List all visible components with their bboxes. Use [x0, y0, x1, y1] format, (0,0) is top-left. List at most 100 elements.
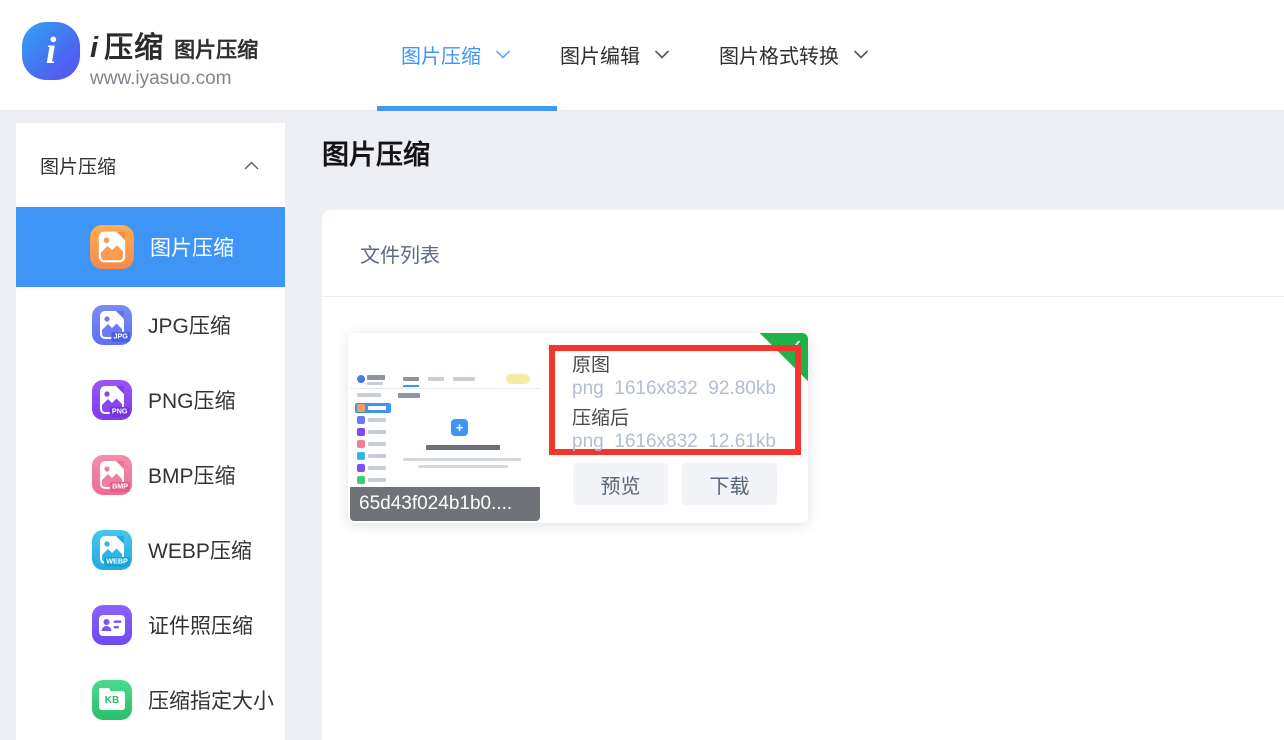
compressed-label: 压缩后 [572, 407, 795, 430]
file-card: ✓ [348, 333, 808, 523]
thumb-side-row [355, 463, 391, 473]
thumb-icon [357, 428, 365, 436]
thumb-bar [357, 393, 381, 397]
original-info: png 1616x832 92.80kb [572, 377, 795, 400]
thumb-side-row [355, 475, 391, 485]
sidebar-item-image-compress[interactable]: 图片压缩 [16, 207, 285, 287]
annotation-red-box: 原图 png 1616x832 92.80kb 压缩后 png 1616x832… [549, 345, 801, 455]
thumb-bar [368, 418, 386, 422]
thumb-bar [368, 478, 386, 482]
page-title: 图片压缩 [322, 133, 1284, 172]
bmp-badge: BMP [110, 481, 130, 491]
active-tab-underline [377, 106, 557, 111]
thumb-bar [403, 377, 419, 381]
thumb-icon [357, 440, 365, 448]
thumb-caption-bar [426, 445, 500, 450]
thumb-underline [403, 385, 419, 387]
webp-badge: WEBP [104, 556, 130, 566]
thumb-icon [357, 416, 365, 424]
thumb-divider [350, 388, 540, 389]
download-button[interactable]: 下载 [682, 463, 777, 505]
thumb-bar [398, 393, 420, 398]
png-badge: PNG [110, 406, 130, 416]
brand-name-i: i [90, 32, 98, 65]
nav-item-label: 图片格式转换 [719, 40, 839, 69]
chevron-down-icon [496, 50, 510, 59]
thumb-bar [403, 458, 521, 461]
sidebar-item-label: PNG压缩 [148, 385, 236, 415]
thumb-icon [357, 476, 365, 484]
brand-url: www.iyasuo.com [90, 68, 258, 90]
nav-item-image-compress[interactable]: 图片压缩 [401, 40, 510, 69]
thumb-button [506, 374, 530, 384]
thumb-bar [368, 454, 386, 458]
thumb-side-row [355, 451, 391, 461]
thumb-bar [368, 430, 386, 434]
thumb-bar [367, 375, 385, 380]
sidebar-item-label: 图片压缩 [150, 232, 234, 262]
top-nav: 图片压缩 图片编辑 图片格式转换 [401, 0, 868, 108]
sidebar-item-webp-compress[interactable]: WEBP WEBP压缩 [16, 512, 285, 587]
sidebar-group-image-compress[interactable]: 图片压缩 [16, 123, 285, 207]
chevron-up-icon [244, 161, 259, 170]
app-window: i i 压缩 图片压缩 www.iyasuo.com 图片压缩 图片编辑 图片格… [0, 0, 1284, 740]
nav-item-label: 图片编辑 [560, 40, 640, 69]
jpg-compress-icon: JPG [92, 305, 132, 345]
file-actions: 预览 下载 [573, 463, 777, 505]
sidebar-item-label: 压缩指定大小 [148, 685, 274, 715]
sidebar-item-id-photo-compress[interactable]: 证件照压缩 [16, 587, 285, 662]
file-list-panel: 文件列表 ✓ [322, 210, 1284, 740]
kb-folder-icon: KB [92, 680, 132, 720]
main-content: 图片压缩 文件列表 ✓ [322, 113, 1284, 740]
thumb-icon [357, 404, 365, 412]
thumb-logo-dot [357, 375, 365, 383]
sidebar-item-bmp-compress[interactable]: BMP BMP压缩 [16, 437, 285, 512]
site-header: i i 压缩 图片压缩 www.iyasuo.com 图片压缩 图片编辑 图片格… [0, 0, 1284, 111]
sidebar-item-label: 证件照压缩 [148, 610, 253, 640]
image-compress-icon [90, 225, 134, 269]
file-name: 65d43f024b1b0.... [350, 487, 540, 521]
thumb-bar [368, 466, 386, 470]
file-thumbnail[interactable]: + 65d43f024b1b0.... [350, 335, 540, 521]
sidebar-item-png-compress[interactable]: PNG PNG压缩 [16, 362, 285, 437]
png-compress-icon: PNG [92, 380, 132, 420]
sidebar-item-label: WEBP压缩 [148, 535, 252, 565]
sidebar-item-label: JPG压缩 [148, 310, 231, 340]
thumb-icon [357, 464, 365, 472]
jpg-badge: JPG [111, 331, 130, 341]
chevron-down-icon [655, 50, 669, 59]
thumb-bar [368, 406, 386, 410]
thumb-bar [418, 465, 508, 468]
thumb-bar [453, 377, 475, 381]
brand-text: i 压缩 图片压缩 www.iyasuo.com [90, 22, 258, 90]
sidebar-item-label: BMP压缩 [148, 460, 236, 490]
thumb-bar [368, 442, 386, 446]
chevron-down-icon [854, 50, 868, 59]
brand-logo-icon: i [22, 22, 80, 80]
id-photo-icon [92, 605, 132, 645]
sidebar-item-jpg-compress[interactable]: JPG JPG压缩 [16, 287, 285, 362]
bmp-compress-icon: BMP [92, 455, 132, 495]
thumb-bar [428, 377, 444, 381]
original-label: 原图 [572, 354, 795, 377]
thumb-side-row [355, 403, 391, 413]
preview-button[interactable]: 预览 [573, 463, 668, 505]
thumb-side-row [355, 415, 391, 425]
thumb-side-row [355, 427, 391, 437]
nav-item-format-convert[interactable]: 图片格式转换 [719, 40, 868, 69]
nav-item-image-edit[interactable]: 图片编辑 [560, 40, 669, 69]
sidebar-item-compress-to-size[interactable]: KB 压缩指定大小 [16, 662, 285, 737]
kb-folder-label: KB [99, 691, 125, 710]
compressed-info: png 1616x832 12.61kb [572, 430, 795, 453]
thumbnail-art: + [350, 335, 540, 487]
panel-title: 文件列表 [322, 210, 1284, 297]
thumb-bar [367, 382, 383, 385]
brand[interactable]: i i 压缩 图片压缩 www.iyasuo.com [22, 22, 258, 90]
brand-subtitle: 图片压缩 [174, 34, 258, 64]
thumb-upload-plus: + [451, 419, 468, 436]
thumb-side-row [355, 439, 391, 449]
nav-item-label: 图片压缩 [401, 40, 481, 69]
sidebar: 图片压缩 图片压缩 JPG JPG压缩 PNG PNG压缩 [16, 123, 285, 740]
brand-name: 压缩 [104, 24, 164, 66]
thumb-icon [357, 452, 365, 460]
